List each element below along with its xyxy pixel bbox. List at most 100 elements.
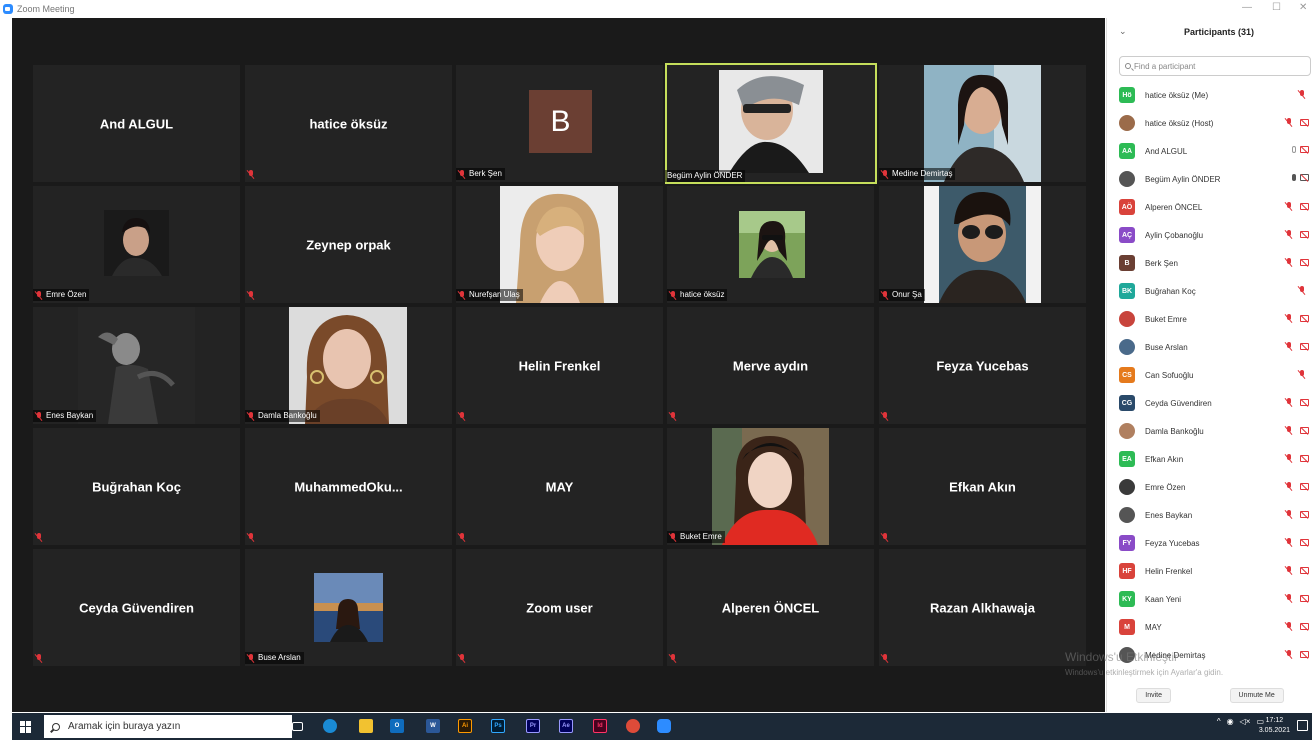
file-explorer-icon[interactable] [359, 719, 373, 733]
video-tile[interactable]: Damla Bankoğlu [245, 307, 452, 424]
video-tile[interactable]: Buse Arslan [245, 549, 452, 666]
after-effects-icon[interactable]: Ae [559, 719, 573, 733]
avatar: EA [1119, 451, 1135, 467]
mic-muted-icon [247, 653, 255, 663]
illustrator-icon[interactable]: Ai [458, 719, 472, 733]
word-icon[interactable]: W [426, 719, 440, 733]
volume-icon[interactable]: ◁× [1240, 717, 1251, 726]
video-tile[interactable]: Emre Özen [33, 186, 240, 303]
video-tile[interactable]: Onur Şa [879, 186, 1086, 303]
search-icon [1125, 63, 1131, 69]
participant-status [1285, 650, 1309, 659]
zoom-app-icon[interactable] [657, 719, 671, 733]
mic-muted-icon [1298, 90, 1306, 99]
participant-status [1285, 482, 1309, 491]
edge-icon[interactable] [323, 719, 337, 733]
system-tray[interactable]: ^ ◉ ◁× ▭ [1217, 717, 1264, 726]
video-tile[interactable]: And ALGUL [33, 65, 240, 182]
windows-start-icon[interactable] [20, 720, 32, 733]
mic-muted-icon [881, 169, 889, 179]
video-tile[interactable]: Alperen ÖNCEL [667, 549, 874, 666]
participant-name: Razan Alkhawaja [929, 600, 1035, 615]
participant-name: Alperen ÖNCEL [1145, 202, 1203, 212]
active-speaker-tile[interactable]: Begüm Aylin ÖNDER [665, 63, 877, 184]
mic-muted-icon [35, 533, 43, 542]
participant-status [1285, 510, 1309, 519]
video-tile[interactable]: Razan Alkhawaja [879, 549, 1086, 666]
participant-row[interactable]: Enes Baykan [1119, 501, 1312, 529]
video-tile[interactable]: Buket Emre [667, 428, 874, 545]
participant-row[interactable]: Begüm Aylin ÖNDER [1119, 165, 1312, 193]
participant-search-input[interactable]: Find a participant [1119, 56, 1311, 76]
participant-row[interactable]: Damla Bankoğlu [1119, 417, 1312, 445]
participant-row[interactable]: Buket Emre [1119, 305, 1312, 333]
outlook-icon[interactable]: O [390, 719, 404, 733]
participant-label: Buse Arslan [245, 652, 304, 664]
video-tile[interactable]: Efkan Akın [879, 428, 1086, 545]
participant-row[interactable]: B Berk Şen [1119, 249, 1312, 277]
meet-now-icon[interactable]: ◉ [1227, 717, 1234, 726]
chrome-icon[interactable] [626, 719, 640, 733]
mic-muted-icon [1285, 314, 1293, 323]
close-button[interactable]: ✕ [1299, 2, 1307, 13]
video-tile[interactable]: Zeynep orpak [245, 186, 452, 303]
invite-button[interactable]: Invite [1136, 687, 1171, 703]
participant-name: MAY [1145, 622, 1162, 632]
chevron-up-icon[interactable]: ^ [1217, 717, 1221, 726]
participant-row[interactable]: HF Helin Frenkel [1119, 557, 1312, 585]
video-tile[interactable]: B Berk Şen [456, 65, 663, 182]
participant-row[interactable]: M MAY [1119, 613, 1312, 641]
unmute-me-button[interactable]: Unmute Me [1229, 687, 1284, 703]
video-tile[interactable]: MAY [456, 428, 663, 545]
video-tile[interactable]: Buğrahan Koç [33, 428, 240, 545]
mic-muted-icon [1285, 622, 1293, 631]
video-tile[interactable]: hatice öksüz [245, 65, 452, 182]
participant-row[interactable]: FY Feyza Yucebas [1119, 529, 1312, 557]
photoshop-icon[interactable]: Ps [491, 719, 505, 733]
video-tile[interactable]: Ceyda Güvendiren [33, 549, 240, 666]
video-tile[interactable]: Feyza Yucebas [879, 307, 1086, 424]
notification-center-icon[interactable] [1297, 720, 1308, 731]
participant-name: Alperen ÖNCEL [721, 600, 820, 615]
taskbar-clock[interactable]: 17:12 3.05.2021 [1259, 716, 1290, 736]
video-tile[interactable]: Helin Frenkel [456, 307, 663, 424]
avatar [1119, 311, 1135, 327]
minimize-button[interactable]: — [1242, 2, 1252, 13]
premiere-icon[interactable]: Pr [526, 719, 540, 733]
participant-video [719, 70, 823, 173]
participant-row[interactable]: AÖ Alperen ÖNCEL [1119, 193, 1312, 221]
participant-row[interactable]: BK Buğrahan Koç [1119, 277, 1312, 305]
video-tile[interactable]: Zoom user [456, 549, 663, 666]
video-tile[interactable]: Nurefşan Ulaş [456, 186, 663, 303]
video-tile[interactable]: Merve aydın [667, 307, 874, 424]
mic-muted-icon [1285, 202, 1293, 211]
indesign-icon[interactable]: Id [593, 719, 607, 733]
participant-row[interactable]: CG Ceyda Güvendiren [1119, 389, 1312, 417]
participant-row[interactable]: KY Kaan Yeni [1119, 585, 1312, 613]
participant-row[interactable]: Buse Arslan [1119, 333, 1312, 361]
participant-name: And ALGUL [99, 116, 174, 131]
participant-row[interactable]: EA Efkan Akın [1119, 445, 1312, 473]
video-tile[interactable]: MuhammedOku... [245, 428, 452, 545]
participant-row[interactable]: Hö hatice öksüz (Me) [1119, 81, 1312, 109]
participant-status [1285, 594, 1309, 603]
participant-video [289, 307, 407, 424]
video-tile[interactable]: Medine Demirtaş [879, 65, 1086, 182]
mic-active-icon [1292, 174, 1296, 181]
title-bar: Zoom Meeting — ☐ ✕ [0, 0, 1312, 18]
taskbar-search-input[interactable]: Aramak için buraya yazın [44, 715, 292, 738]
maximize-button[interactable]: ☐ [1272, 2, 1281, 13]
task-view-icon[interactable] [292, 722, 303, 731]
participant-row[interactable]: AA And ALGUL [1119, 137, 1312, 165]
mic-muted-icon [1285, 566, 1293, 575]
participant-row[interactable]: Emre Özen [1119, 473, 1312, 501]
participant-status [1285, 342, 1309, 351]
participant-row[interactable]: AÇ Aylin Çobanoğlu [1119, 221, 1312, 249]
mic-muted-icon [35, 654, 43, 663]
participant-row[interactable]: hatice öksüz (Host) [1119, 109, 1312, 137]
video-tile[interactable]: hatice öksüz [667, 186, 874, 303]
participant-row[interactable]: CS Can Sofuoğlu [1119, 361, 1312, 389]
video-tile[interactable]: Enes Baykan [33, 307, 240, 424]
participant-name: Merve aydın [732, 358, 809, 373]
video-off-icon [1300, 511, 1309, 518]
